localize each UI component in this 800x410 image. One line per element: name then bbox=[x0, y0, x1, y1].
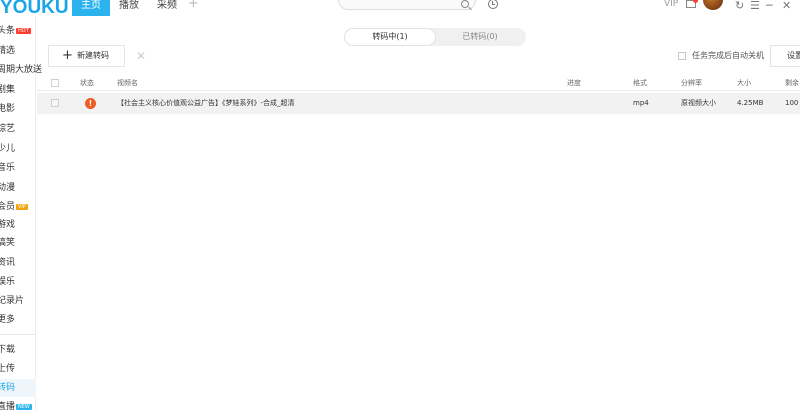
nav-tab-channel[interactable]: 采频 bbox=[148, 0, 186, 16]
settings-button[interactable]: 设置 bbox=[770, 45, 800, 67]
sidebar-item-movies[interactable]: 电影 bbox=[0, 100, 36, 118]
format-cell: mp4 bbox=[633, 99, 649, 107]
history-clock-icon[interactable] bbox=[488, 0, 498, 9]
sidebar-item-label: 游戏 bbox=[0, 220, 16, 230]
error-status-icon[interactable]: ! bbox=[85, 98, 96, 109]
column-video-name: 视频名 bbox=[117, 79, 138, 87]
sidebar-item-headlines[interactable]: 头条 HOT bbox=[0, 22, 36, 40]
sidebar-item-upload[interactable]: 上传 bbox=[0, 360, 36, 378]
resolution-cell: 原视频大小 bbox=[681, 99, 716, 107]
table-row[interactable]: ! 【社会主义核心价值观公益广告】《梦娃系列》-合成_超清 mp4 原视频大小 … bbox=[37, 93, 800, 114]
sidebar-item-featured[interactable]: 精选 bbox=[0, 42, 36, 60]
sidebar-item-music[interactable]: 音乐 bbox=[0, 159, 36, 177]
minimize-icon[interactable]: ─ bbox=[766, 0, 773, 12]
auto-shutdown-label: 任务完成后自动关机 bbox=[692, 51, 764, 60]
nav-tab-home[interactable]: 主页 bbox=[72, 0, 110, 16]
sidebar-item-label: 综艺 bbox=[0, 124, 16, 134]
auto-shutdown-checkbox[interactable] bbox=[678, 52, 686, 60]
new-transcode-button[interactable]: + 新建转码 bbox=[48, 45, 125, 67]
sidebar-item-documentary[interactable]: 纪录片 bbox=[0, 292, 36, 310]
column-progress: 进度 bbox=[567, 79, 581, 87]
size-cell: 4.25MB bbox=[737, 99, 764, 107]
sidebar-item-label: 搞笑 bbox=[0, 238, 16, 248]
search-icon[interactable] bbox=[461, 0, 469, 8]
remaining-cell: 100 bbox=[785, 99, 799, 107]
sidebar-item-series[interactable]: 剧集 bbox=[0, 81, 36, 99]
sidebar-item-label: 上传 bbox=[0, 364, 16, 374]
sidebar-item-variety[interactable]: 综艺 bbox=[0, 120, 36, 138]
sidebar-item-label: 下载 bbox=[0, 345, 16, 355]
sidebar-item-label: 直播 bbox=[0, 402, 16, 410]
sidebar-item-news[interactable]: 资讯 bbox=[0, 254, 36, 272]
sidebar-item-transcode[interactable]: 转码 bbox=[0, 379, 36, 397]
sidebar-item-games[interactable]: 游戏 bbox=[0, 216, 36, 234]
sidebar-item-entertainment[interactable]: 娱乐 bbox=[0, 273, 36, 291]
sidebar-item-more[interactable]: 更多 bbox=[0, 311, 36, 329]
refresh-icon[interactable]: ↻ bbox=[735, 0, 744, 12]
sidebar-item-label: 纪录片 bbox=[0, 296, 25, 306]
transcode-tab-switch: 转码中(1) 已转码(0) bbox=[344, 28, 526, 46]
notification-dot bbox=[693, 0, 698, 3]
sidebar-item-label: 少儿 bbox=[0, 144, 16, 154]
sidebar: 头条 HOT 精选 周期大放送 剧集 电影 综艺 少儿 音乐 动漫 会员 VIP 游… bbox=[0, 16, 42, 410]
hot-badge: HOT bbox=[16, 27, 31, 34]
sidebar-item-label: 资讯 bbox=[0, 258, 16, 268]
sidebar-item-label: 电影 bbox=[0, 104, 16, 114]
close-icon[interactable]: ✕ bbox=[782, 0, 791, 12]
menu-icon[interactable]: ☰ bbox=[750, 0, 760, 12]
nav-tab-play[interactable]: 播放 bbox=[110, 0, 148, 16]
row-checkbox[interactable] bbox=[51, 99, 59, 107]
new-transcode-label: 新建转码 bbox=[77, 51, 109, 60]
sidebar-item-label: 会员 bbox=[0, 202, 16, 212]
search-input[interactable] bbox=[338, 0, 476, 10]
sidebar-item-label: 转码 bbox=[0, 383, 16, 393]
column-resolution: 分辨率 bbox=[681, 79, 702, 87]
plus-icon: + bbox=[62, 48, 73, 63]
column-format: 格式 bbox=[633, 79, 647, 87]
sidebar-item-kids[interactable]: 少儿 bbox=[0, 140, 36, 158]
sidebar-item-funny[interactable]: 搞笑 bbox=[0, 234, 36, 252]
vip-badge: VIP bbox=[16, 203, 28, 210]
column-remaining: 剩余 bbox=[785, 79, 799, 87]
tab-transcoded[interactable]: 已转码(0) bbox=[435, 29, 525, 45]
sidebar-item-label: 动漫 bbox=[0, 183, 16, 193]
sidebar-item-weekly[interactable]: 周期大放送 bbox=[0, 61, 42, 79]
delete-icon[interactable]: ✕ bbox=[136, 49, 146, 63]
sidebar-item-label: 娱乐 bbox=[0, 277, 16, 287]
new-badge: NEW bbox=[16, 403, 32, 410]
video-name-cell: 【社会主义核心价值观公益广告】《梦娃系列》-合成_超清 bbox=[117, 99, 295, 107]
sidebar-item-anime[interactable]: 动漫 bbox=[0, 179, 36, 197]
sidebar-item-member[interactable]: 会员 VIP bbox=[0, 198, 36, 216]
sidebar-item-label: 更多 bbox=[0, 315, 16, 325]
sidebar-item-label: 周期大放送 bbox=[0, 65, 43, 75]
sidebar-item-download[interactable]: 下载 bbox=[0, 341, 36, 359]
sidebar-divider bbox=[0, 334, 36, 335]
select-all-checkbox[interactable] bbox=[51, 79, 59, 87]
sidebar-item-label: 剧集 bbox=[0, 85, 16, 95]
tab-transcoding[interactable]: 转码中(1) bbox=[345, 29, 435, 45]
sidebar-item-label: 头条 bbox=[0, 26, 16, 36]
youku-app-window: YOUKU 主页 播放 采频 + VIP ↻ ☰ ─ ✕ 头条 HOT 精选 周期… bbox=[0, 0, 800, 410]
user-avatar[interactable] bbox=[703, 0, 723, 10]
sidebar-item-label: 精选 bbox=[0, 46, 16, 56]
vip-link[interactable]: VIP bbox=[664, 0, 678, 9]
column-size: 大小 bbox=[737, 79, 751, 87]
table-header: 状态 视频名 进度 格式 分辨率 大小 剩余 bbox=[37, 75, 800, 91]
add-tab-button[interactable]: + bbox=[188, 0, 199, 11]
column-status: 状态 bbox=[80, 79, 94, 87]
top-bar: YOUKU 主页 播放 采频 + VIP ↻ ☰ ─ ✕ bbox=[0, 0, 800, 18]
sidebar-item-label: 音乐 bbox=[0, 163, 16, 173]
sidebar-item-live[interactable]: 直播 NEW bbox=[0, 398, 36, 410]
